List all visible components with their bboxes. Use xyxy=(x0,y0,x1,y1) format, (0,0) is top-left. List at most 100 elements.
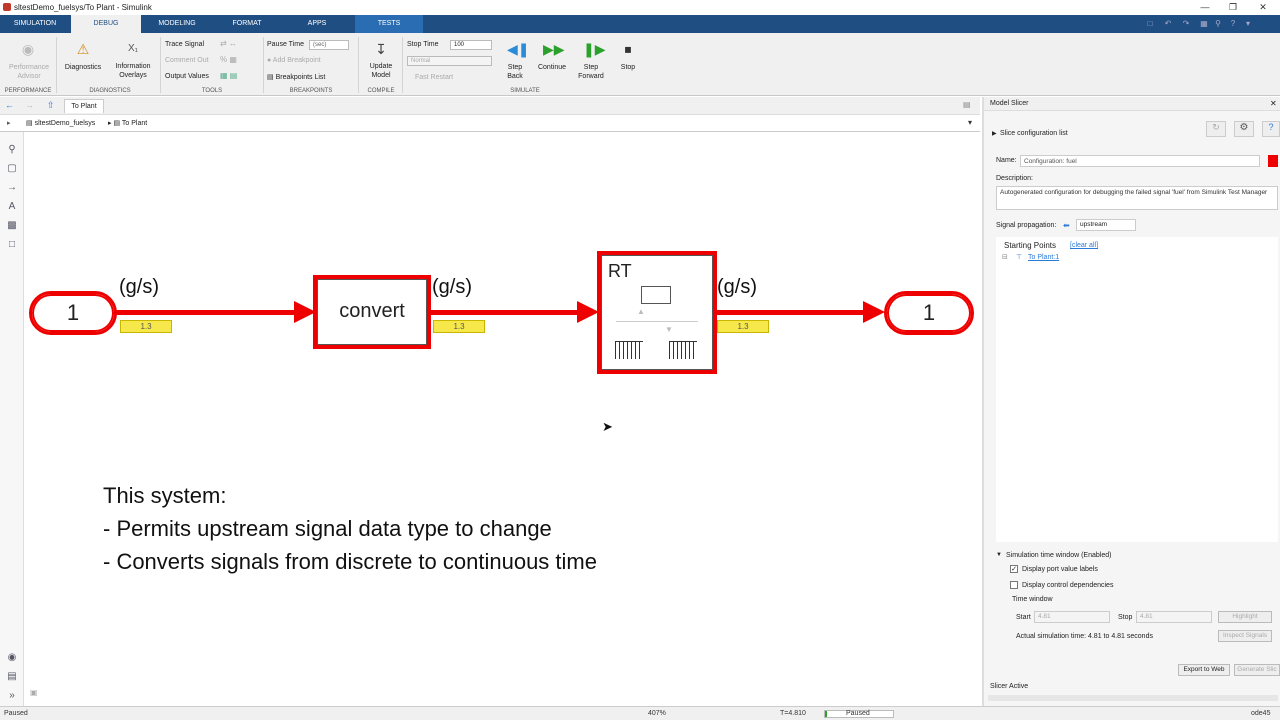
inport-block[interactable]: 1 xyxy=(29,291,117,335)
slice-name-input[interactable]: Configuration: fuel xyxy=(1020,155,1260,167)
model-canvas[interactable]: 1 convert RT ▲ ▼ 1 (g/s) (g/s) (g/s) 1.3… xyxy=(24,132,980,706)
restore-button[interactable]: ❐ xyxy=(1218,0,1248,15)
output-values-button[interactable]: Output Values xyxy=(165,73,209,80)
step-back-button[interactable]: Step Back xyxy=(500,63,530,81)
clear-all-link[interactable]: [clear all] xyxy=(1070,242,1098,249)
search-icon[interactable]: ⚲ xyxy=(1213,19,1223,29)
stop-time-input[interactable]: 100 xyxy=(450,40,492,50)
outport-block[interactable]: 1 xyxy=(884,291,974,335)
refresh-icon[interactable]: ↻ xyxy=(1206,121,1226,137)
arrow-icon[interactable]: → xyxy=(6,182,18,194)
solver-name[interactable]: ode45 xyxy=(1251,710,1270,717)
diagnostics-button[interactable]: Diagnostics xyxy=(62,64,104,71)
window-title: sltestDemo_fuelsys/To Plant - Simulink xyxy=(14,3,152,12)
group-tools: TOOLS xyxy=(201,88,223,94)
tab-debug[interactable]: DEBUG xyxy=(71,15,141,33)
model-browser-toggle-icon[interactable]: ▸ xyxy=(7,119,11,127)
save-icon[interactable]: □ xyxy=(1145,19,1155,29)
port-value-label[interactable]: 1.3 xyxy=(120,320,172,333)
back-arrow-icon[interactable]: ← xyxy=(5,100,14,110)
tab-simulation[interactable]: SIMULATION xyxy=(0,15,70,33)
display-control-deps-checkbox[interactable] xyxy=(1010,581,1018,589)
display-port-values-checkbox[interactable]: ✓ xyxy=(1010,565,1018,573)
update-model-button[interactable]: Update Model xyxy=(362,62,400,80)
highlight-button[interactable]: Highlight xyxy=(1218,611,1272,623)
ribbon-separator xyxy=(56,37,57,93)
generate-slice-button[interactable]: Generate Slic xyxy=(1234,664,1280,676)
expand-icon[interactable]: ▶ xyxy=(992,130,997,137)
highlight-color-swatch[interactable] xyxy=(1268,155,1278,167)
area-icon[interactable]: □ xyxy=(6,239,18,251)
comment-tools-icon[interactable]: % ▦ xyxy=(220,55,237,64)
editor-tab-to-plant[interactable]: To Plant xyxy=(64,99,104,113)
hide-tabs-icon[interactable]: ▤ xyxy=(963,100,971,109)
export-to-web-button[interactable]: Export to Web xyxy=(1178,664,1230,676)
close-window-button[interactable]: ✕ xyxy=(1248,0,1278,15)
fit-to-view-icon[interactable]: ▢ xyxy=(6,163,18,175)
breadcrumb-model[interactable]: ▤ sltestDemo_fuelsys xyxy=(26,119,95,127)
collapse-icon[interactable]: » xyxy=(6,690,18,702)
simulation-time-window-toggle[interactable]: Simulation time window (Enabled) xyxy=(1006,552,1111,559)
settings-gear-icon[interactable]: ⚙ xyxy=(1234,121,1254,137)
redo-icon[interactable]: ↷ xyxy=(1181,19,1191,29)
signal-propagation-select[interactable]: upstream xyxy=(1076,219,1136,231)
zoom-level[interactable]: 407% xyxy=(648,710,666,717)
comment-out-button[interactable]: Comment Out xyxy=(165,57,209,64)
help-icon[interactable]: ? xyxy=(1262,121,1280,137)
port-value-label[interactable]: 1.3 xyxy=(433,320,485,333)
port-value-label[interactable]: 1.3 xyxy=(717,320,769,333)
breadcrumb-subsystem[interactable]: ▸ ▤ To Plant xyxy=(108,119,147,127)
trace-arrows-icon[interactable]: ⇄ ↔ xyxy=(220,39,237,48)
tab-format[interactable]: FORMAT xyxy=(213,15,281,33)
add-breakpoint-button[interactable]: ● Add Breakpoint xyxy=(267,57,321,64)
breadcrumb-dropdown-icon[interactable]: ▾ xyxy=(968,118,972,127)
layout-icon[interactable]: ▦ xyxy=(1199,19,1209,29)
start-time-input[interactable]: 4.81 xyxy=(1034,611,1110,623)
stop-button[interactable]: Stop xyxy=(614,64,642,71)
breakpoints-list-label: Breakpoints List xyxy=(275,74,326,81)
slice-config-list-toggle[interactable]: Slice configuration list xyxy=(1000,130,1068,137)
pause-time-input[interactable]: (sec) xyxy=(309,40,349,50)
tree-collapse-icon[interactable]: ⊟ xyxy=(1002,253,1008,261)
signal-line[interactable] xyxy=(714,310,864,315)
starting-point-item[interactable]: To Plant:1 xyxy=(1028,254,1059,261)
model-browser-icon[interactable]: ▤ xyxy=(6,671,18,683)
horizontal-scrollbar[interactable] xyxy=(988,695,1278,701)
rate-transition-block[interactable]: RT ▲ ▼ xyxy=(597,251,717,374)
signal-line[interactable] xyxy=(114,310,300,315)
inspect-signals-button[interactable]: Inspect Signals xyxy=(1218,630,1272,642)
close-panel-icon[interactable]: ✕ xyxy=(1270,99,1277,108)
convert-block[interactable]: convert xyxy=(313,275,431,349)
performance-advisor-button[interactable]: Performance Advisor xyxy=(6,63,52,81)
tab-apps[interactable]: APPS xyxy=(282,15,352,33)
help-icon[interactable]: ? xyxy=(1228,19,1238,29)
fast-restart-toggle[interactable]: Fast Restart xyxy=(415,74,453,81)
trace-signal-button[interactable]: Trace Signal xyxy=(165,41,204,48)
signal-unit-label: (g/s) xyxy=(432,276,472,298)
information-overlays-button[interactable]: Information Overlays xyxy=(110,62,156,80)
camera-icon[interactable]: ◉ xyxy=(6,652,18,664)
tab-modeling[interactable]: MODELING xyxy=(142,15,212,33)
simulation-mode-select[interactable]: Normal xyxy=(407,56,492,66)
step-forward-button[interactable]: Step Forward xyxy=(575,63,607,81)
update-model-icon: ↧ xyxy=(375,41,387,57)
undo-icon[interactable]: ↶ xyxy=(1163,19,1173,29)
zoom-icon[interactable]: ⚲ xyxy=(6,144,18,156)
continue-button[interactable]: Continue xyxy=(535,64,569,71)
minimize-button[interactable]: — xyxy=(1190,0,1220,15)
image-icon[interactable]: ▩ xyxy=(6,220,18,232)
forward-arrow-icon[interactable]: → xyxy=(25,100,34,110)
collapse-icon[interactable]: ▼ xyxy=(996,552,1002,558)
signal-line[interactable] xyxy=(430,310,580,315)
stop-label: Stop xyxy=(1118,614,1133,621)
up-level-icon[interactable]: ⇧ xyxy=(47,100,55,111)
stop-time-input[interactable]: 4.81 xyxy=(1136,611,1212,623)
signal-unit-label: (g/s) xyxy=(717,276,757,298)
annotation-line: - Permits upstream signal data type to c… xyxy=(103,516,552,541)
tab-tests[interactable]: TESTS xyxy=(355,15,423,33)
breakpoints-list-button[interactable]: ▤ Breakpoints List xyxy=(267,73,325,81)
annotation-icon[interactable]: A xyxy=(6,201,18,213)
expand-ribbon-icon[interactable]: ▾ xyxy=(1243,19,1253,29)
output-values-icon[interactable]: ▦ ▤ xyxy=(220,71,237,80)
description-textarea[interactable]: Autogenerated configuration for debuggin… xyxy=(996,186,1278,210)
